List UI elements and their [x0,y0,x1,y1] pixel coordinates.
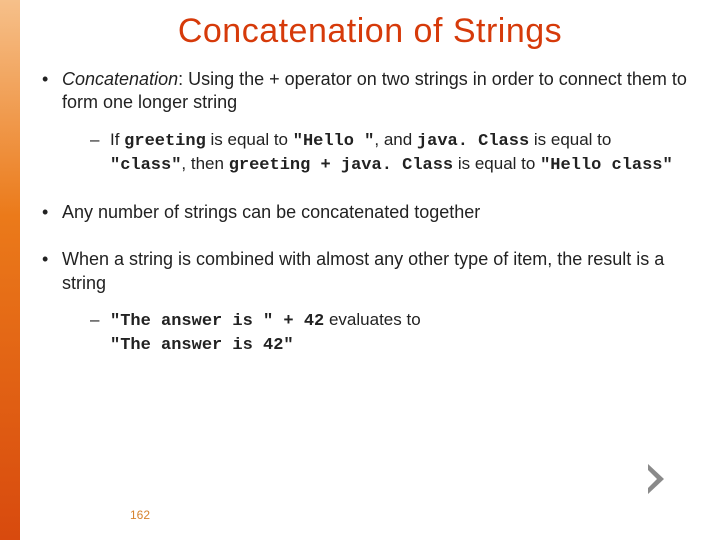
code-span: greeting + java. Class [229,156,453,175]
code-span: greeting [124,132,206,151]
slide: Concatenation of Strings Concatenation: … [0,0,720,540]
sub-text: is equal to [206,130,293,149]
sub-list: "The answer is " + 42 evaluates to "The … [90,309,690,357]
bullet-item: When a string is combined with almost an… [38,248,690,357]
sub-text: is equal to [453,154,540,173]
bullet-item: Any number of strings can be concatenate… [38,201,690,224]
page-number: 162 [130,508,150,522]
bullet-text: When a string is combined with almost an… [62,249,664,292]
term-italic: Concatenation [62,69,178,89]
code-span: "class" [110,156,181,175]
chevron-right-icon [646,462,672,496]
bullet-item: Concatenation: Using the + operator on t… [38,68,690,177]
slide-content: Concatenation: Using the + operator on t… [38,68,690,381]
code-span: java. Class [417,132,529,151]
sub-item: "The answer is " + 42 evaluates to "The … [90,309,690,357]
code-span: "Hello " [293,132,375,151]
code-span: "Hello class" [540,156,673,175]
sub-text: , and [374,130,417,149]
sub-text: evaluates to [324,310,420,329]
bullet-text: Any number of strings can be concatenate… [62,202,480,222]
accent-stripe [0,0,20,540]
sub-text: is equal to [529,130,611,149]
slide-title: Concatenation of Strings [40,12,700,51]
bullet-list: Concatenation: Using the + operator on t… [38,68,690,357]
sub-text: , then [181,154,228,173]
sub-list: If greeting is equal to "Hello ", and ja… [90,129,690,177]
code-span: "The answer is " + 42 [110,312,324,331]
code-span: "The answer is 42" [110,336,294,355]
sub-text: If [110,130,124,149]
sub-item: If greeting is equal to "Hello ", and ja… [90,129,690,177]
